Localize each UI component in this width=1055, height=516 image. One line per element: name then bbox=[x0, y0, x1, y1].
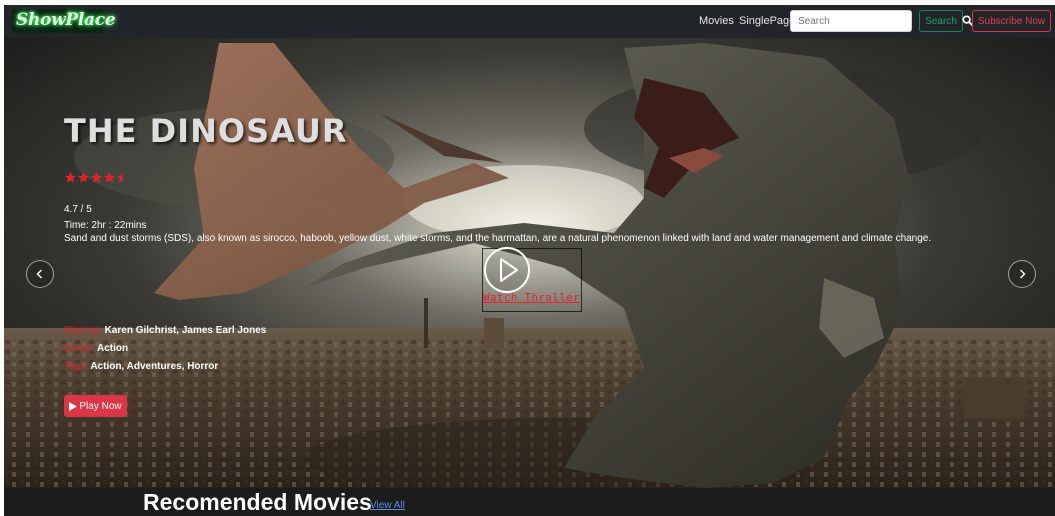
carousel-next-button[interactable] bbox=[1008, 260, 1036, 288]
star-icon bbox=[77, 171, 90, 183]
genre-line: Genre: Action bbox=[64, 343, 128, 354]
watch-trailer-link[interactable]: Watch Thraller bbox=[483, 291, 580, 304]
recommended-section: Recomended Movies View All bbox=[4, 488, 1055, 516]
brand-text: ShowPlace bbox=[16, 10, 116, 30]
starring-label: Starring: bbox=[64, 325, 102, 336]
chevron-left-icon bbox=[36, 269, 42, 279]
genre-label: Genre: bbox=[64, 343, 95, 354]
nav-link-singlepage[interactable]: SinglePage bbox=[739, 15, 795, 27]
brand-logo[interactable]: ShowPlace bbox=[12, 9, 116, 33]
chevron-right-icon bbox=[1020, 269, 1026, 279]
tags-line: Tags: Action, Adventures, Horror bbox=[64, 361, 218, 372]
search-button[interactable]: Search bbox=[919, 10, 963, 32]
genre-value: Action bbox=[97, 343, 129, 354]
movie-description: Sand and dust storms (SDS), also known a… bbox=[64, 233, 932, 244]
tags-label: Tags: bbox=[64, 361, 88, 372]
search-input[interactable] bbox=[790, 10, 912, 32]
carousel-prev-button[interactable] bbox=[26, 260, 54, 288]
starring-value: Karen Gilchrist, James Earl Jones bbox=[104, 325, 267, 336]
view-all-link[interactable]: View All bbox=[370, 500, 405, 511]
movie-title: THE DINOSAUR bbox=[64, 112, 348, 150]
play-now-button[interactable]: Play Now bbox=[64, 395, 127, 417]
nav-link-movies[interactable]: Movies bbox=[699, 15, 734, 27]
hero-carousel: THE DINOSAUR 4.7 / 5 Time: 2hr : 22mins … bbox=[4, 38, 1055, 488]
play-circle-icon[interactable] bbox=[482, 245, 532, 295]
tags-value: Action, Adventures, Horror bbox=[90, 361, 219, 372]
star-icon bbox=[90, 171, 103, 183]
play-now-label: Play Now bbox=[79, 400, 122, 412]
section-title: Recomended Movies bbox=[143, 489, 372, 515]
half-star-icon bbox=[116, 171, 123, 183]
rating-stars bbox=[64, 171, 123, 183]
subscribe-button[interactable]: Subscribe Now bbox=[972, 10, 1051, 32]
runtime: Time: 2hr : 22mins bbox=[64, 220, 147, 231]
starring-line: Starring: Karen Gilchrist, James Earl Jo… bbox=[64, 325, 266, 336]
star-icon bbox=[103, 171, 116, 183]
play-icon bbox=[69, 401, 78, 411]
navbar: ShowPlace Movies SinglePage Search Subsc… bbox=[4, 5, 1055, 38]
rating-value: 4.7 / 5 bbox=[64, 204, 92, 215]
page-frame: ShowPlace Movies SinglePage Search Subsc… bbox=[4, 5, 1055, 516]
star-icon bbox=[64, 171, 77, 183]
